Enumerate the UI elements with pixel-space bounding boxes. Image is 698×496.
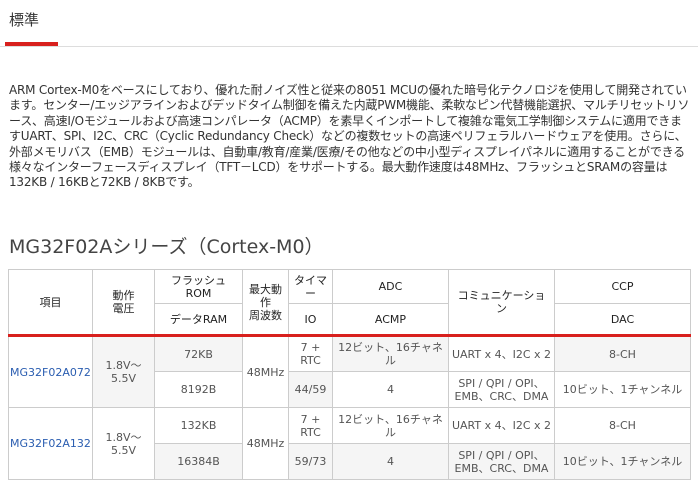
ccp-cell: 8-CH <box>554 407 691 444</box>
io-cell: 44/59 <box>288 371 333 408</box>
adc-cell: 12ビット、16チャネル <box>332 335 449 372</box>
header-max-frequency: 最大動 作 周波数 <box>242 269 289 337</box>
frequency-cell: 48MHz <box>242 407 289 480</box>
header-acmp: ACMP <box>332 303 449 337</box>
ccp-cell: 8-CH <box>554 335 691 372</box>
tab-bar: 標準 <box>0 0 698 47</box>
header-flash-rom: フラッシュ ROM <box>154 269 243 304</box>
dac-cell: 10ビット、1チャンネル <box>554 371 691 408</box>
timer-cell: 7 + RTC <box>288 407 333 444</box>
header-data-ram: データRAM <box>154 303 243 337</box>
comm-cell: UART x 4、I2C x 2 <box>448 335 555 372</box>
ram-cell: 8192B <box>154 371 243 408</box>
series-title: MG32F02Aシリーズ（Cortex-M0） <box>9 236 324 258</box>
table-row: MG32F02A132 1.8V～ 5.5V 132KB 48MHz 7 + R… <box>8 407 691 480</box>
table-row: MG32F02A072 1.8V～5.5V 72KB 48MHz 7 + RTC… <box>8 335 691 408</box>
header-timer: タイマ ー <box>288 269 333 304</box>
model-link[interactable]: MG32F02A132 <box>8 407 93 480</box>
voltage-cell: 1.8V～5.5V <box>92 335 155 408</box>
acmp-cell: 4 <box>332 443 449 480</box>
header-item: 項目 <box>8 269 93 337</box>
header-adc: ADC <box>332 269 449 304</box>
header-ccp: CCP <box>554 269 691 304</box>
comm-cell: SPI / QPI / OPI、EMB、CRC、DMA <box>448 443 555 480</box>
model-link[interactable]: MG32F02A072 <box>8 335 93 408</box>
ram-cell: 16384B <box>154 443 243 480</box>
product-description: ARM Cortex-M0をベースにしており、優れた耐ノイズ性と従来の8051 … <box>9 83 690 190</box>
flash-cell: 72KB <box>154 335 243 372</box>
comm-cell: SPI / QPI / OPI、EMB、CRC、DMA <box>448 371 555 408</box>
timer-cell: 7 + RTC <box>288 335 333 372</box>
header-dac: DAC <box>554 303 691 337</box>
io-cell: 59/73 <box>288 443 333 480</box>
frequency-cell: 48MHz <box>242 335 289 408</box>
header-io: IO <box>288 303 333 337</box>
flash-cell: 132KB <box>154 407 243 444</box>
acmp-cell: 4 <box>332 371 449 408</box>
comm-cell: UART x 4、I2C x 2 <box>448 407 555 444</box>
dac-cell: 10ビット、1チャンネル <box>554 443 691 480</box>
voltage-cell: 1.8V～ 5.5V <box>92 407 155 480</box>
header-communication: コミュニケーショ ン <box>448 269 555 337</box>
header-voltage: 動作 電圧 <box>92 269 155 337</box>
tab-standard[interactable]: 標準 <box>9 9 39 30</box>
spec-table: 項目 動作 電圧 フラッシュ ROM 最大動 作 周波数 タイマ ー ADC コ… <box>8 269 691 480</box>
adc-cell: 12ビット、16チャネル <box>332 407 449 444</box>
active-tab-indicator <box>5 42 58 46</box>
